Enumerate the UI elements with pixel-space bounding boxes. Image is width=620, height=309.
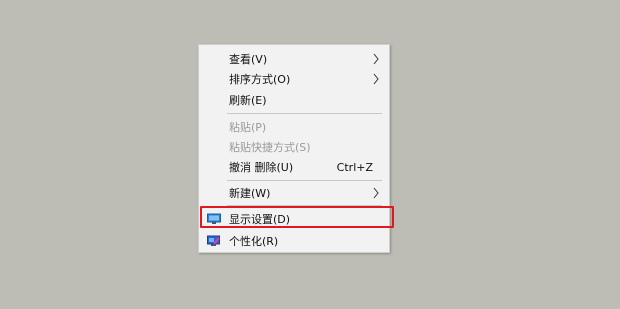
menu-item-label: 粘贴(P) <box>229 121 267 134</box>
highlight-box <box>200 206 394 228</box>
chevron-right-icon <box>373 73 379 85</box>
menu-item-personalize[interactable]: 个性化(R) <box>199 231 389 252</box>
personalize-icon <box>207 235 220 246</box>
menu-item-label: 粘贴快捷方式(S) <box>229 141 311 154</box>
menu-item-label: 撤消 删除(U) <box>229 161 294 174</box>
menu-item-sort-by[interactable]: 排序方式(O) <box>199 69 389 90</box>
menu-item-view[interactable]: 查看(V) <box>199 49 389 70</box>
menu-item-label: 新建(W) <box>229 187 271 200</box>
menu-separator <box>227 180 382 181</box>
menu-item-label: 刷新(E) <box>229 94 267 107</box>
menu-item-label: 排序方式(O) <box>229 73 291 86</box>
menu-item-label: 查看(V) <box>229 53 268 66</box>
menu-item-paste-shortcut: 粘贴快捷方式(S) <box>199 137 389 158</box>
chevron-right-icon <box>373 187 379 199</box>
menu-separator <box>227 113 382 114</box>
menu-item-new[interactable]: 新建(W) <box>199 183 389 204</box>
menu-item-label: 个性化(R) <box>229 235 279 248</box>
menu-item-shortcut: Ctrl+Z <box>336 161 373 174</box>
chevron-right-icon <box>373 53 379 65</box>
menu-item-paste: 粘贴(P) <box>199 117 389 138</box>
menu-item-refresh[interactable]: 刷新(E) <box>199 90 389 111</box>
menu-item-undo-delete[interactable]: 撤消 删除(U) Ctrl+Z <box>199 157 389 178</box>
